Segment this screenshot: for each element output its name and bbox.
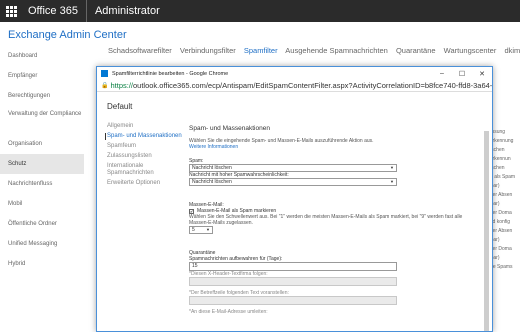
- edit-spam-filter-dialog: Spamfilterrichtlinie bearbeiten - Google…: [96, 66, 493, 332]
- nav-item-recipients[interactable]: Empfänger: [0, 66, 84, 86]
- redirect-address-label: *An diese E-Mail-Adresse umleiten:: [189, 309, 268, 315]
- tab-dkim[interactable]: dkim: [504, 46, 520, 55]
- dialog-content: Spam- und Massenaktionen Wählen Sie die …: [189, 125, 479, 315]
- app-launcher-button[interactable]: [0, 0, 22, 22]
- nav-item-unified-messaging[interactable]: Unified Messaging: [0, 234, 84, 254]
- dialog-nav-spam-bulk-actions[interactable]: Spam- und Massenaktionen: [105, 133, 185, 140]
- high-confidence-value: Nachricht löschen: [192, 179, 232, 185]
- exchange-favicon-icon: [101, 70, 108, 77]
- nav-item-dashboard[interactable]: Dashboard: [0, 46, 84, 66]
- nav-item-protection[interactable]: Schutz: [0, 154, 84, 174]
- nav-item-hybrid[interactable]: Hybrid: [0, 254, 84, 274]
- subject-prefix-input: [189, 296, 397, 305]
- minimize-button[interactable]: –: [432, 70, 452, 77]
- retention-days-input[interactable]: 15: [189, 262, 397, 271]
- dialog-nav-allow-lists[interactable]: Zulassungslisten: [107, 153, 185, 160]
- nav-item-permissions[interactable]: Berechtigungen: [0, 86, 84, 106]
- nav-item-compliance[interactable]: Verwaltung der Compliance: [0, 106, 84, 134]
- left-navigation: Dashboard Empfänger Berechtigungen Verwa…: [0, 46, 84, 274]
- lock-icon: 🔒: [101, 83, 109, 89]
- tab-spam-filter[interactable]: Spamfilter: [244, 46, 278, 55]
- protection-tabs: Schadsoftwarefilter Verbindungsfilter Sp…: [108, 46, 520, 60]
- maximize-button[interactable]: ☐: [452, 70, 472, 78]
- xheader-input: [189, 277, 397, 286]
- dialog-titlebar[interactable]: Spamfilterrichtlinie bearbeiten - Google…: [97, 67, 492, 80]
- tab-quarantine[interactable]: Quarantäne: [396, 46, 436, 55]
- nav-item-public-folders[interactable]: Öffentliche Ordner: [0, 214, 84, 234]
- dialog-scrollbar[interactable]: [484, 131, 489, 331]
- bulk-mail-checkbox[interactable]: ✔: [189, 208, 194, 214]
- bulk-threshold-value: 5: [192, 227, 195, 233]
- url-scheme: https://: [110, 81, 133, 90]
- dialog-nav-spam-folder[interactable]: Spamfeum: [107, 143, 185, 150]
- chevron-down-icon: ▼: [206, 227, 210, 232]
- address-bar[interactable]: 🔒 https://outlook.office365.com/ecp/Anti…: [97, 80, 492, 92]
- policy-name-heading: Default: [107, 102, 133, 111]
- spam-action-select[interactable]: Nachricht löschen ▼: [189, 164, 397, 172]
- close-button[interactable]: ✕: [472, 70, 492, 78]
- tab-action-center[interactable]: Wartungscenter: [444, 46, 497, 55]
- dialog-window-title: Spamfilterrichtlinie bearbeiten - Google…: [112, 70, 229, 77]
- spam-action-value: Nachricht löschen: [192, 165, 232, 171]
- dialog-nav-advanced-options[interactable]: Erweiterte Optionen: [107, 180, 185, 187]
- dialog-navigation: Allgemein Spam- und Massenaktionen Spamf…: [105, 123, 185, 190]
- chevron-down-icon: ▼: [390, 179, 394, 184]
- bulk-threshold-select[interactable]: 5 ▼: [189, 226, 213, 234]
- bulk-threshold-description: Wählen Sie den Schwellenwert aus. Bei "1…: [189, 214, 463, 226]
- tab-outbound-spam[interactable]: Ausgehende Spamnachrichten: [285, 46, 388, 55]
- high-confidence-select[interactable]: Nachricht löschen ▼: [189, 178, 397, 186]
- nav-item-mail-flow[interactable]: Nachrichtenfluss: [0, 174, 84, 194]
- admin-section-title: Administrator: [94, 5, 160, 17]
- url-path: outlook.office365.com/ecp/Antispam/EditS…: [133, 81, 492, 90]
- office365-title[interactable]: Office 365: [22, 0, 87, 22]
- chevron-down-icon: ▼: [390, 165, 394, 170]
- nav-item-mobile[interactable]: Mobil: [0, 194, 84, 214]
- page-title: Exchange Admin Center: [8, 29, 127, 41]
- dialog-nav-international-spam[interactable]: Internationale Spamnachrichten: [107, 163, 185, 177]
- section-title: Spam- und Massenaktionen: [189, 125, 270, 132]
- waffle-icon: [5, 5, 17, 17]
- office365-top-bar: Office 365 Administrator: [0, 0, 520, 22]
- tab-connection-filter[interactable]: Verbindungsfilter: [180, 46, 236, 55]
- nav-item-organization[interactable]: Organisation: [0, 134, 84, 154]
- tab-malware-filter[interactable]: Schadsoftwarefilter: [108, 46, 172, 55]
- dialog-nav-general[interactable]: Allgemein: [107, 123, 185, 130]
